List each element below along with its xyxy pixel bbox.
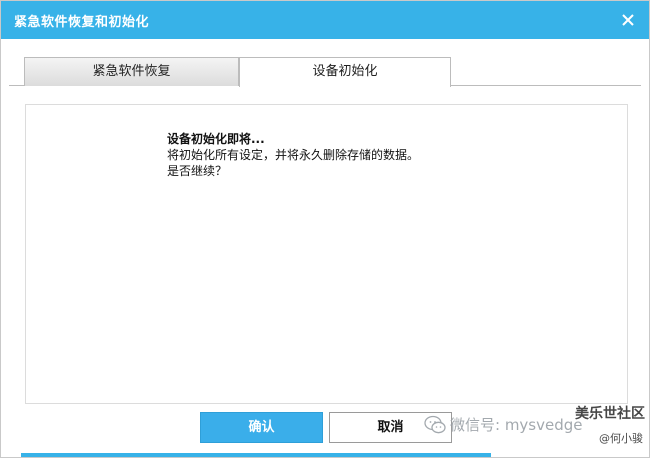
dialog-window: 紧急软件恢复和初始化 紧急软件恢复 设备初始化 设备初始化即将... 将初始化所… [0, 0, 650, 458]
watermark-brand: 美乐世社区 [575, 406, 645, 422]
watermark-wechat-id: 微信号: mysvedge [450, 416, 583, 434]
confirm-button[interactable]: 确认 [200, 412, 323, 443]
message-body: 将初始化所有设定，并将永久删除存储的数据。 [167, 148, 420, 162]
watermark-author: @何小骏 [599, 432, 643, 445]
message-question: 是否继续？ [167, 164, 228, 178]
wechat-icon [424, 415, 446, 434]
tab-emergency-recovery[interactable]: 紧急软件恢复 [24, 57, 239, 86]
watermark: 微信号: mysvedge 美乐世社区 @何小骏 [424, 403, 649, 457]
message-heading: 设备初始化即将... [167, 132, 265, 146]
tab-device-initialization[interactable]: 设备初始化 [239, 57, 451, 87]
confirmation-message: 设备初始化即将... 将初始化所有设定，并将永久删除存储的数据。 是否继续？ [167, 131, 419, 179]
close-button[interactable] [615, 7, 641, 33]
title-bar: 紧急软件恢复和初始化 [1, 1, 649, 39]
bottom-accent-bar [21, 453, 491, 457]
window-title: 紧急软件恢复和初始化 [14, 15, 150, 30]
close-icon [622, 14, 634, 26]
